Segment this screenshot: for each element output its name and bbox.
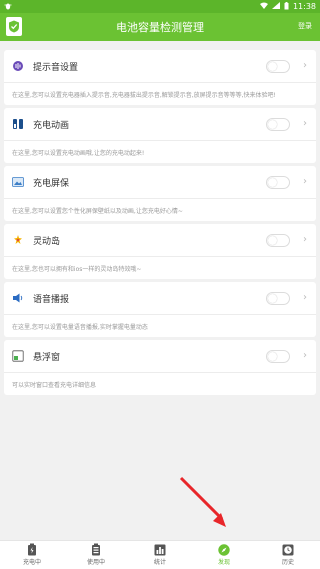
toggle-switch[interactable]	[266, 350, 290, 363]
chevron-right-icon[interactable]: ›	[303, 350, 307, 361]
battery-animation-icon	[12, 118, 24, 130]
compass-icon	[218, 543, 230, 556]
bug-icon	[4, 2, 12, 12]
page-title: 电池容量检测管理	[116, 21, 204, 34]
shield-icon	[6, 17, 22, 36]
setting-description: 在这里,您可以设置充电器插入提示音,充电器拔出提示音,解锁提示音,放屏提示音等等…	[12, 92, 276, 99]
nav-label: 统计	[153, 559, 166, 566]
bar-chart-icon	[154, 543, 166, 556]
setting-label: 灵动岛	[33, 236, 61, 247]
chevron-right-icon[interactable]: ›	[303, 292, 307, 303]
chevron-right-icon[interactable]: ›	[303, 60, 307, 71]
nav-item-discover[interactable]: 发现	[192, 541, 256, 569]
screensaver-icon	[12, 176, 24, 188]
setting-card-screensaver: 充电屏保 › 在这里,您可以设置您个性化屏保壁纸以及动画,让您充电好心情~	[4, 166, 316, 221]
nav-item-history[interactable]: 历史	[256, 541, 320, 569]
chevron-right-icon[interactable]: ›	[303, 118, 307, 129]
setting-row[interactable]: 灵动岛 ›	[4, 224, 316, 257]
chevron-right-icon[interactable]: ›	[303, 176, 307, 187]
setting-label: 提示音设置	[33, 62, 79, 73]
nav-label: 使用中	[86, 559, 105, 566]
setting-description: 在这里,您可以设置充电动画哦,让您的充电动起来!	[12, 150, 145, 157]
chevron-right-icon[interactable]: ›	[303, 234, 307, 245]
toggle-switch[interactable]	[266, 60, 290, 73]
setting-row[interactable]: 提示音设置 ›	[4, 50, 316, 83]
setting-card-dynamic-island: 灵动岛 › 在这里,您也可以拥有和ios一样的灵动岛特效哦~	[4, 224, 316, 279]
setting-card-voice-broadcast: 语音播报 › 在这里,您可以设置电量语音播报,实时掌握电量动态	[4, 282, 316, 337]
toggle-switch[interactable]	[266, 234, 290, 247]
nav-label: 历史	[281, 559, 294, 566]
setting-description: 在这里,您可以设置您个性化屏保壁纸以及动画,让您充电好心情~	[12, 208, 183, 215]
status-time: 11:38	[292, 2, 316, 11]
battery-usage-icon	[90, 543, 102, 556]
status-bar: 11:38	[0, 0, 320, 13]
setting-description: 在这里,您也可以拥有和ios一样的灵动岛特效哦~	[12, 266, 142, 273]
setting-label: 语音播报	[33, 294, 70, 305]
clock-icon	[282, 543, 294, 556]
toggle-switch[interactable]	[266, 176, 290, 189]
battery-charging-icon	[26, 543, 38, 556]
toggle-switch[interactable]	[266, 118, 290, 131]
setting-row[interactable]: 充电动画 ›	[4, 108, 316, 141]
setting-label: 充电动画	[33, 120, 70, 131]
setting-label: 悬浮窗	[33, 352, 61, 363]
setting-description: 在这里,您可以设置电量语音播报,实时掌握电量动态	[12, 324, 148, 331]
nav-label: 发现	[217, 559, 230, 566]
setting-card-charging-animation: 充电动画 › 在这里,您可以设置充电动画哦,让您的充电动起来!	[4, 108, 316, 163]
setting-row[interactable]: 悬浮窗 ›	[4, 340, 316, 373]
nav-item-charging[interactable]: 充电中	[0, 541, 64, 569]
speaker-icon	[12, 292, 24, 304]
notification-sound-icon	[12, 60, 24, 72]
setting-label: 充电屏保	[33, 178, 70, 189]
bottom-nav: 充电中 使用中 统计 发现 历史	[0, 540, 320, 569]
battery-icon	[284, 1, 289, 12]
login-button[interactable]: 登录	[298, 21, 312, 31]
nav-item-statistics[interactable]: 统计	[128, 541, 192, 569]
setting-card-floating-window: 悬浮窗 › 可以实时窗口查看充电详细信息	[4, 340, 316, 395]
app-bar: 电池容量检测管理 登录	[0, 13, 320, 41]
setting-row[interactable]: 语音播报 ›	[4, 282, 316, 315]
setting-card-notification-sound: 提示音设置 › 在这里,您可以设置充电器插入提示音,充电器拔出提示音,解锁提示音…	[4, 50, 316, 105]
toggle-switch[interactable]	[266, 292, 290, 305]
nav-label: 充电中	[22, 559, 41, 566]
dynamic-island-icon	[12, 234, 24, 246]
setting-row[interactable]: 充电屏保 ›	[4, 166, 316, 199]
floating-window-icon	[12, 350, 24, 362]
wifi-icon	[259, 2, 268, 11]
setting-description: 可以实时窗口查看充电详细信息	[12, 382, 97, 389]
nav-item-in-use[interactable]: 使用中	[64, 541, 128, 569]
signal-icon	[271, 2, 280, 11]
